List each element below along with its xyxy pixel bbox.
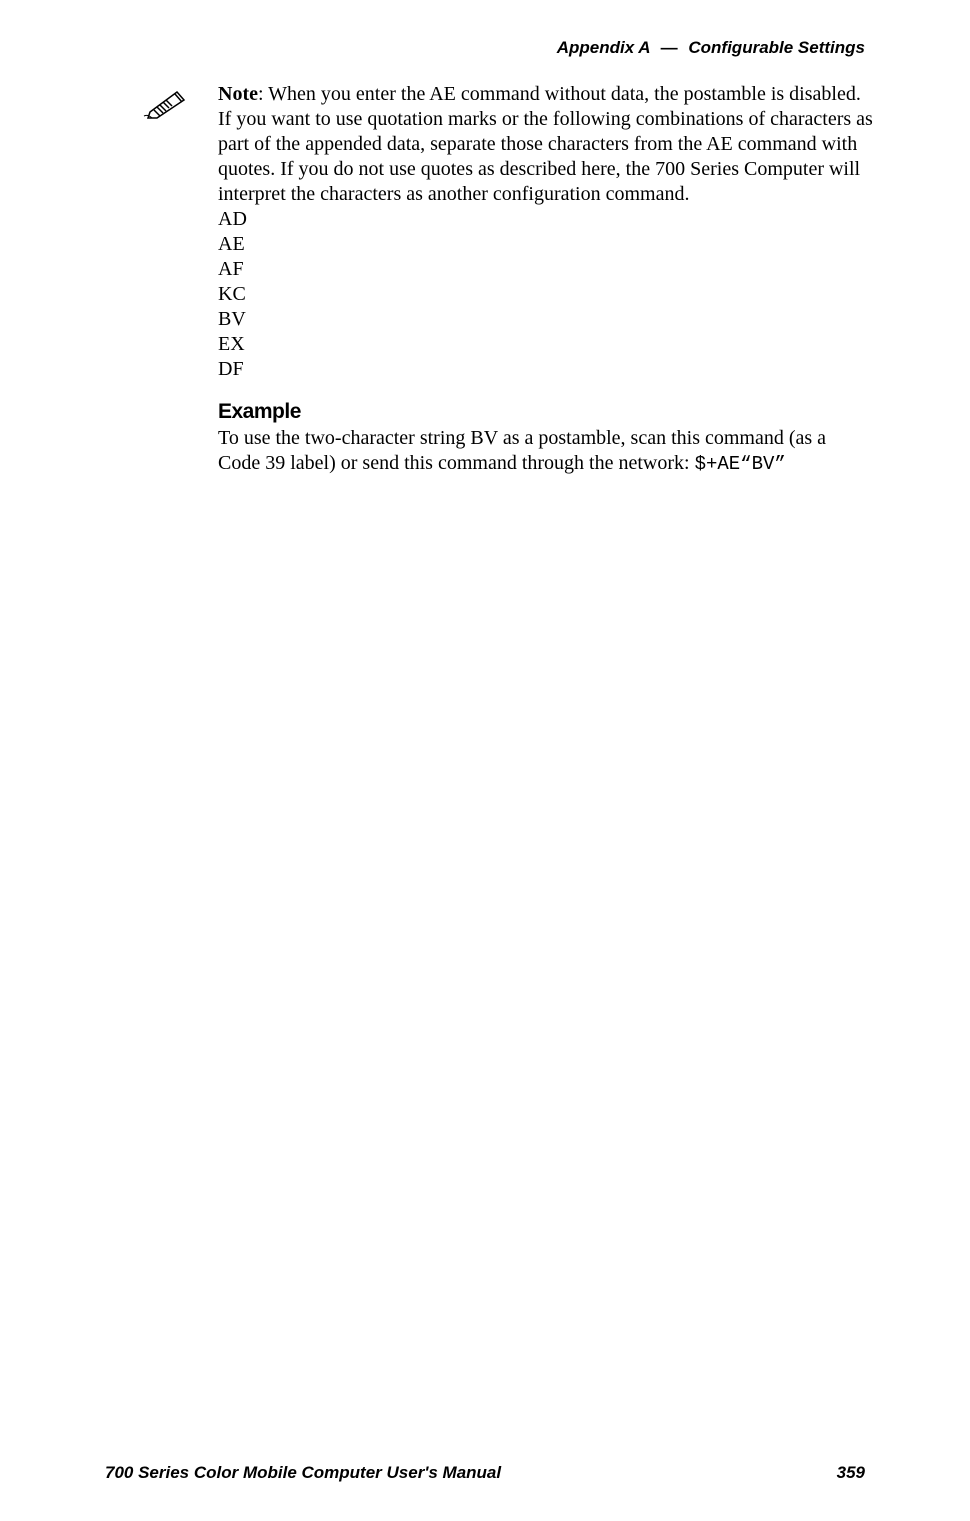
example-command: $+AE“BV”: [695, 453, 786, 475]
note-paragraph: Note: When you enter the AE command with…: [218, 82, 873, 207]
note-label: Note: [218, 83, 258, 105]
note-text: : When you enter the AE command without …: [218, 83, 873, 205]
code-item: DF: [218, 357, 873, 382]
code-item: AD: [218, 207, 873, 232]
page-footer: 700 Series Color Mobile Computer User's …: [105, 1463, 865, 1483]
code-list: AD AE AF KC BV EX DF: [218, 207, 873, 382]
example-paragraph: To use the two-character string BV as a …: [218, 426, 873, 477]
content-area: Note: When you enter the AE command with…: [218, 82, 873, 477]
code-item: BV: [218, 307, 873, 332]
footer-page-number: 359: [837, 1463, 865, 1483]
header-dash: —: [661, 38, 678, 57]
page-header: Appendix A — Configurable Settings: [557, 38, 865, 58]
header-appendix: Appendix A: [557, 38, 650, 57]
footer-manual-title: 700 Series Color Mobile Computer User's …: [105, 1463, 501, 1483]
note-icon: [142, 84, 192, 120]
header-section: Configurable Settings: [688, 38, 865, 57]
code-item: AE: [218, 232, 873, 257]
code-item: KC: [218, 282, 873, 307]
example-heading: Example: [218, 400, 873, 424]
code-item: EX: [218, 332, 873, 357]
code-item: AF: [218, 257, 873, 282]
